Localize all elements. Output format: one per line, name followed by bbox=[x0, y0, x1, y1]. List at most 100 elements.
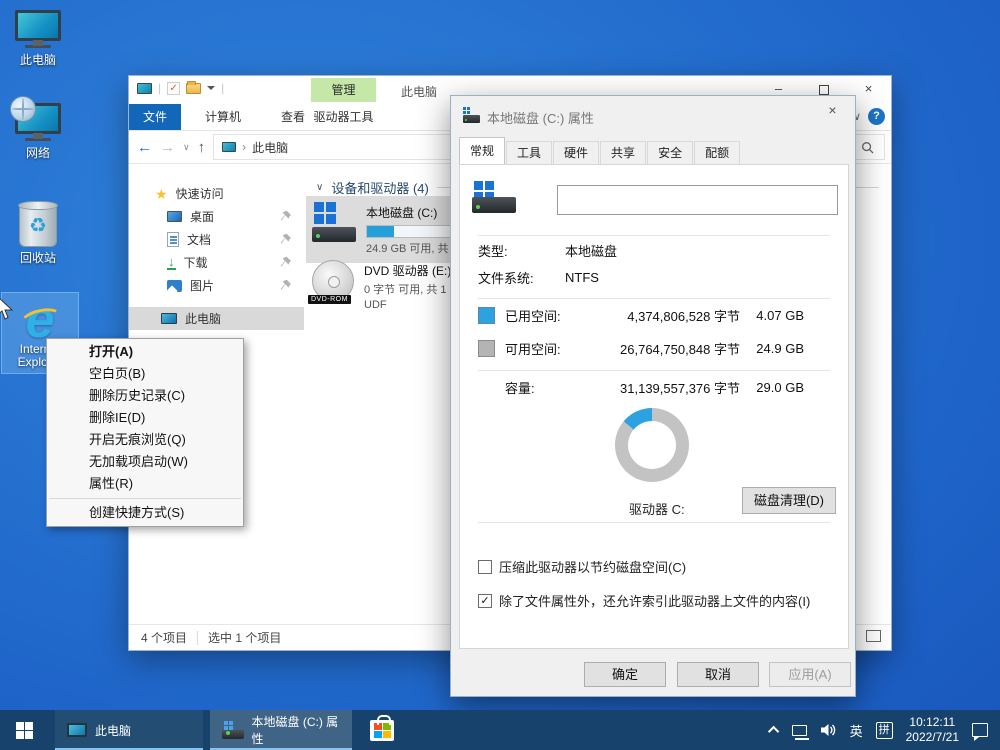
properties-shortcut-icon[interactable]: ✓ bbox=[167, 82, 180, 95]
show-hidden-icons-icon[interactable] bbox=[768, 726, 779, 737]
free-space-size: 24.9 GB bbox=[740, 341, 830, 356]
help-icon[interactable]: ? bbox=[868, 108, 885, 125]
back-icon[interactable]: ← bbox=[137, 139, 152, 156]
dialog-titlebar[interactable]: 本地磁盘 (C:) 属性 × bbox=[451, 96, 855, 134]
group-header-label: 设备和驱动器 (4) bbox=[331, 178, 429, 197]
divider bbox=[478, 298, 830, 299]
dialog-title: 本地磁盘 (C:) 属性 bbox=[487, 108, 594, 127]
sidebar-item-label: 文档 bbox=[187, 231, 211, 248]
checkbox-checked-icon[interactable]: ✓ bbox=[478, 594, 492, 608]
this-pc-crumb-icon bbox=[222, 142, 236, 152]
sidebar-item-label: 下载 bbox=[184, 254, 208, 271]
sidebar-item-pictures[interactable]: 图片 bbox=[129, 274, 304, 297]
computer-icon bbox=[137, 83, 152, 94]
globe-icon bbox=[10, 96, 36, 122]
action-center-icon[interactable] bbox=[972, 723, 988, 737]
tab-drive-tools[interactable]: 驱动器工具 bbox=[311, 104, 376, 131]
ime-language-indicator[interactable]: 英 bbox=[850, 721, 863, 740]
tray-time: 10:12:11 bbox=[906, 715, 959, 730]
menu-item-blank-page[interactable]: 空白页(B) bbox=[47, 363, 243, 385]
ok-button[interactable]: 确定 bbox=[584, 662, 666, 687]
checkbox-unchecked-icon[interactable] bbox=[478, 560, 492, 574]
desktop-icon-recycle-bin[interactable]: ♻ 回收站 bbox=[0, 203, 76, 265]
compress-checkbox-row[interactable]: 压缩此驱动器以节约磁盘空间(C) bbox=[478, 557, 838, 576]
tab-file[interactable]: 文件 bbox=[129, 104, 181, 130]
capacity-label: 容量: bbox=[505, 378, 575, 397]
search-icon bbox=[861, 141, 874, 154]
sidebar-item-quick-access[interactable]: ★ 快速访问 bbox=[129, 182, 304, 205]
disk-cleanup-button[interactable]: 磁盘清理(D) bbox=[742, 487, 836, 514]
this-pc-icon bbox=[161, 313, 177, 324]
up-icon[interactable]: ↑ bbox=[198, 139, 206, 156]
pin-icon bbox=[280, 256, 292, 268]
forward-icon[interactable]: → bbox=[160, 139, 175, 156]
windows-logo-icon bbox=[16, 722, 33, 739]
mouse-cursor bbox=[0, 295, 17, 321]
volume-label-input[interactable] bbox=[557, 185, 838, 215]
menu-item-delete-history[interactable]: 删除历史记录(C) bbox=[47, 385, 243, 407]
menu-item-open[interactable]: 打开(A) bbox=[47, 341, 243, 363]
menu-item-inprivate[interactable]: 开启无痕浏览(Q) bbox=[47, 429, 243, 451]
network-icon bbox=[15, 103, 61, 134]
this-pc-icon bbox=[15, 10, 61, 41]
tab-hardware[interactable]: 硬件 bbox=[553, 141, 599, 164]
desktop-icon-label: 网络 bbox=[0, 146, 76, 160]
volume-icon[interactable] bbox=[820, 722, 837, 738]
clock[interactable]: 10:12:11 2022/7/21 bbox=[906, 715, 959, 745]
tab-tools[interactable]: 工具 bbox=[506, 141, 552, 164]
new-folder-icon[interactable] bbox=[186, 83, 201, 94]
apply-button[interactable]: 应用(A) bbox=[769, 662, 851, 687]
documents-icon bbox=[167, 232, 179, 247]
sidebar-item-label: 桌面 bbox=[190, 208, 214, 225]
close-icon[interactable]: × bbox=[810, 96, 855, 126]
tab-computer[interactable]: 计算机 bbox=[191, 104, 255, 130]
type-label: 类型: bbox=[478, 241, 565, 260]
ribbon-contextual-group: 管理 bbox=[311, 78, 376, 102]
dvd-badge: DVD-ROM bbox=[308, 295, 351, 304]
tab-security[interactable]: 安全 bbox=[647, 141, 693, 164]
drive-letter-label: 驱动器 C: bbox=[629, 499, 685, 518]
qat-customize-icon[interactable] bbox=[207, 86, 215, 90]
drive-usage-fill bbox=[367, 226, 394, 237]
menu-item-properties[interactable]: 属性(R) bbox=[47, 473, 243, 495]
taskbar: 此电脑 本地磁盘 (C:) 属性 英 拼 10:12:11 2022/7/21 bbox=[0, 710, 1000, 750]
context-menu: 打开(A) 空白页(B) 删除历史记录(C) 删除IE(D) 开启无痕浏览(Q)… bbox=[46, 338, 244, 527]
tab-sharing[interactable]: 共享 bbox=[600, 141, 646, 164]
taskbar-button-this-pc[interactable]: 此电脑 bbox=[55, 710, 203, 750]
ime-mode-icon[interactable]: 拼 bbox=[876, 722, 893, 739]
used-space-label: 已用空间: bbox=[505, 306, 575, 325]
history-dropdown-icon[interactable]: ∨ bbox=[183, 142, 190, 153]
taskbar-button-label: 此电脑 bbox=[95, 722, 131, 739]
filesystem-value: NTFS bbox=[565, 270, 599, 285]
free-space-bytes: 26,764,750,848 字节 bbox=[575, 339, 740, 358]
taskbar-button-store[interactable] bbox=[360, 710, 404, 750]
system-tray: 英 拼 10:12:11 2022/7/21 bbox=[771, 710, 1000, 750]
crumb-separator-icon: › bbox=[242, 140, 246, 154]
desktop-icon-this-pc[interactable]: 此电脑 bbox=[0, 10, 76, 67]
index-checkbox-row[interactable]: ✓ 除了文件属性外，还允许索引此驱动器上文件的内容(I) bbox=[478, 591, 838, 610]
address-crumb[interactable]: 此电脑 bbox=[252, 139, 288, 156]
tab-general[interactable]: 常规 bbox=[459, 137, 505, 164]
tab-quota[interactable]: 配额 bbox=[694, 141, 740, 164]
sidebar-item-downloads[interactable]: ↓ 下载 bbox=[129, 251, 304, 274]
large-icons-view-icon[interactable] bbox=[866, 630, 881, 642]
taskbar-button-properties[interactable]: 本地磁盘 (C:) 属性 bbox=[210, 710, 352, 750]
menu-item-no-addons[interactable]: 无加载项启动(W) bbox=[47, 451, 243, 473]
sidebar-item-documents[interactable]: 文档 bbox=[129, 228, 304, 251]
start-button[interactable] bbox=[0, 710, 48, 750]
menu-item-delete-ie[interactable]: 删除IE(D) bbox=[47, 407, 243, 429]
menu-item-create-shortcut[interactable]: 创建快捷方式(S) bbox=[47, 502, 243, 524]
internet-explorer-icon: e bbox=[26, 297, 55, 343]
drive-icon bbox=[463, 108, 481, 123]
sidebar-item-this-pc[interactable]: 此电脑 bbox=[129, 307, 304, 330]
sidebar-item-desktop[interactable]: 桌面 bbox=[129, 205, 304, 228]
dialog-tab-strip: 常规 工具 硬件 共享 安全 配额 bbox=[459, 136, 741, 164]
item-count: 4 个项目 bbox=[141, 629, 187, 646]
dvd-icon: DVD-ROM bbox=[312, 260, 356, 304]
used-space-size: 4.07 GB bbox=[740, 308, 830, 323]
cancel-button[interactable]: 取消 bbox=[677, 662, 759, 687]
used-space-bytes: 4,374,806,528 字节 bbox=[575, 306, 740, 325]
network-tray-icon[interactable] bbox=[792, 725, 807, 736]
desktop-icon-network[interactable]: 网络 bbox=[0, 103, 76, 160]
chevron-down-icon[interactable]: ∨ bbox=[316, 182, 323, 193]
